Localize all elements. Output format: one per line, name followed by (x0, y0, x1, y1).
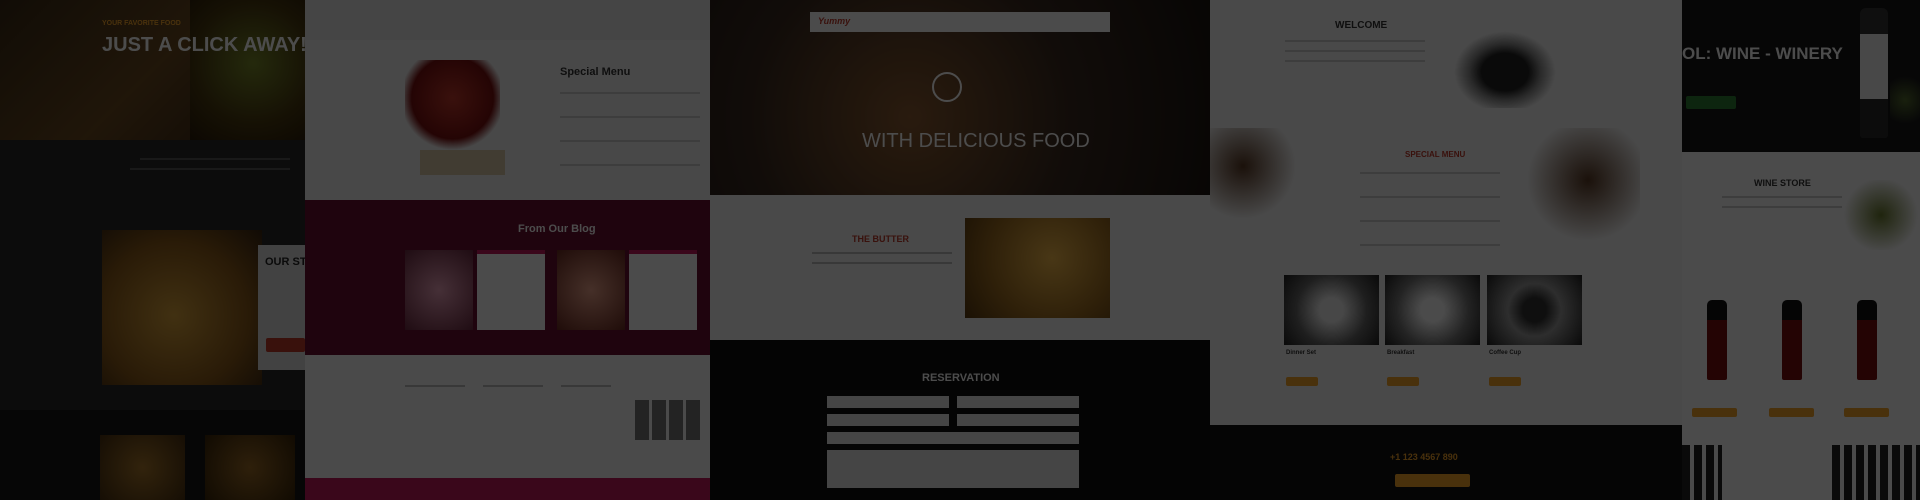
product-name: Breakfast (1387, 350, 1415, 356)
nav-logo[interactable]: Yummy (818, 16, 850, 26)
product-name: Coffee Cup (1489, 350, 1521, 356)
welcome-text-line (1285, 60, 1425, 62)
blog-card-image (405, 250, 473, 330)
footer-column-line (483, 385, 543, 387)
blog-card (629, 250, 697, 330)
butter-text-line (812, 252, 952, 254)
story-read-more-button[interactable] (266, 338, 305, 352)
coffee-bean-image (1210, 128, 1320, 223)
name-field[interactable] (827, 396, 949, 408)
date-field[interactable] (827, 414, 949, 426)
blog-card-image (557, 250, 625, 330)
blog-heading: From Our Blog (518, 223, 596, 235)
instagram-grid[interactable] (635, 400, 700, 440)
grapes-image (1890, 70, 1920, 130)
hero-line: WITH DELICIOUS FOOD (862, 130, 1090, 152)
hero-headline: JUST A CLICK AWAY! (102, 34, 305, 56)
call-phone-number: +1 123 4567 890 (1390, 452, 1458, 462)
hero-eyebrow: YOUR FAVORITE FOOD (102, 20, 181, 27)
grapes-image (1842, 180, 1920, 250)
butter-image (965, 218, 1110, 318)
store-text-line (1722, 196, 1847, 198)
preview-panel-cafe[interactable]: WELCOME SPECIAL MENU Dinner Set Breakfas… (1210, 0, 1682, 500)
hero-food-image (190, 0, 305, 140)
phone-field[interactable] (827, 432, 1079, 444)
reservation-heading: RESERVATION (922, 372, 1000, 384)
footer-column-line (561, 385, 611, 387)
wine-bottle-image (1860, 8, 1888, 138)
preview-panel-winery[interactable]: OL: WINE - WINERY WINE STORE (1682, 0, 1920, 500)
menu-item-line (1360, 244, 1500, 246)
menu-item-line (560, 92, 700, 94)
coffee-bean-image (1510, 128, 1640, 258)
dish-image (100, 435, 185, 500)
wine-bottle-product (1782, 300, 1802, 380)
welcome-text-line (1285, 40, 1425, 42)
preview-panel-restaurant[interactable]: Yummy WITH DELICIOUS FOOD THE BUTTER RES… (710, 0, 1210, 500)
wine-bottles-group-image (1682, 445, 1722, 500)
call-action-button[interactable] (1395, 474, 1470, 487)
hero-shop-button[interactable] (1686, 96, 1736, 109)
product-order-button[interactable] (1286, 377, 1318, 386)
footer-column-line (405, 385, 465, 387)
butter-heading: THE BUTTER (852, 234, 909, 244)
footer-bar (305, 478, 710, 500)
preview-panel-food-delivery[interactable]: YOUR FAVORITE FOOD JUST A CLICK AWAY! OU… (0, 0, 305, 500)
hero-headline: OL: WINE - WINERY (1682, 44, 1843, 63)
call-section (1210, 425, 1682, 500)
special-menu-heading: SPECIAL MENU (1405, 150, 1466, 159)
fork-knife-icon (932, 72, 962, 102)
product-image (1487, 275, 1582, 345)
butter-section (710, 195, 1210, 340)
menu-item-line (1360, 220, 1500, 222)
store-text-line (1722, 206, 1847, 208)
butter-text-line (812, 262, 952, 264)
time-field[interactable] (957, 414, 1079, 426)
dish-image (205, 435, 295, 500)
preview-panel-bakery[interactable]: Special Menu From Our Blog (305, 0, 710, 500)
add-to-cart-button[interactable] (1769, 408, 1814, 417)
intro-text-line (130, 168, 290, 170)
message-field[interactable] (827, 450, 1079, 488)
welcome-heading: WELCOME (1335, 20, 1388, 31)
product-name: Dinner Set (1286, 350, 1317, 356)
welcome-text-line (1285, 50, 1425, 52)
menu-item-line (1360, 172, 1500, 174)
menu-item-line (560, 164, 700, 166)
menu-item-line (1360, 196, 1500, 198)
cake-base-image (420, 150, 505, 175)
menu-item-line (560, 140, 700, 142)
wine-store-heading: WINE STORE (1754, 178, 1811, 188)
wine-bottle-product (1707, 300, 1727, 380)
menu-item-line (560, 116, 700, 118)
story-heading: OUR STO (265, 256, 305, 268)
product-image (1284, 275, 1379, 345)
wine-bottle-product (1857, 300, 1877, 380)
wine-bottles-group-image (1832, 445, 1920, 500)
coffee-cup-image (1450, 28, 1560, 108)
product-order-button[interactable] (1489, 377, 1521, 386)
top-strip (305, 0, 710, 40)
nav-bar (810, 12, 1110, 32)
add-to-cart-button[interactable] (1692, 408, 1737, 417)
intro-text-line (140, 158, 290, 160)
product-order-button[interactable] (1387, 377, 1419, 386)
product-image (1385, 275, 1480, 345)
blog-card (477, 250, 545, 330)
strawberry-cake-image (405, 60, 500, 155)
add-to-cart-button[interactable] (1844, 408, 1889, 417)
special-menu-heading: Special Menu (560, 66, 631, 78)
story-food-image (102, 230, 262, 385)
email-field[interactable] (957, 396, 1079, 408)
